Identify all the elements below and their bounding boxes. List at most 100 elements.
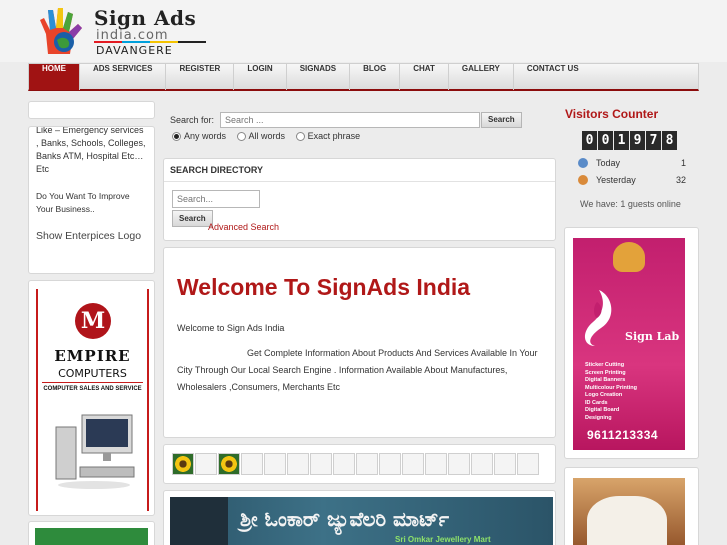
radio-button[interactable] [172, 132, 181, 142]
counter-digit: 0 [598, 131, 613, 150]
search-label: Search for: [170, 115, 215, 125]
radio-button[interactable] [236, 132, 246, 142]
cup-shape [587, 496, 667, 545]
flower-thumb-icon[interactable] [218, 453, 240, 475]
empire-logo-icon: M [75, 303, 111, 339]
gallery-thumb[interactable] [402, 453, 424, 475]
search-form: Search for: Search Any words All words E… [163, 101, 556, 155]
logo-hand-icon [40, 8, 82, 54]
header: Sign Ads india.com DAVANGERE [0, 0, 727, 62]
counter-digit: 8 [662, 131, 677, 150]
search-button[interactable]: Search [481, 112, 522, 128]
nav-register[interactable]: REGISTER [166, 64, 235, 90]
gallery-thumb[interactable] [287, 453, 309, 475]
gallery-thumb[interactable] [425, 453, 447, 475]
radio-label: Exact phrase [307, 131, 361, 141]
sign-lab-phone: 9611213334 [587, 428, 659, 442]
stat-label: Today [596, 157, 621, 168]
search-directory-title: SEARCH DIRECTORY [164, 159, 555, 182]
logo-main-text: Sign Ads [94, 6, 197, 30]
empire-computers-ad[interactable]: M EMPIRE COMPUTERS COMPUTER SALES AND SE… [28, 280, 155, 516]
radio-exact-phrase[interactable]: Exact phrase [295, 131, 361, 142]
improve-business-text: Do You Want To Improve Your Business.. [36, 191, 130, 214]
gallery-thumb[interactable] [356, 453, 378, 475]
radio-any-words[interactable]: Any words [172, 131, 226, 142]
nav-blog[interactable]: BLOG [350, 64, 401, 90]
left-second-ad[interactable] [28, 521, 155, 545]
service-item: Digital Banners [585, 377, 626, 383]
flower-thumb-icon[interactable] [172, 453, 194, 475]
gallery-thumb[interactable] [241, 453, 263, 475]
welcome-intro: Welcome to Sign Ads India [177, 323, 285, 333]
nav-signads[interactable]: SIGNADS [287, 64, 351, 90]
ad-brand-sub: COMPUTERS [58, 367, 127, 380]
computer-icon [55, 414, 135, 489]
gallery-thumb[interactable] [333, 453, 355, 475]
nav-login[interactable]: LOGIN [234, 64, 287, 90]
visitors-counter-panel: Visitors Counter 001978 Today 1 Yesterda… [564, 101, 699, 219]
gallery-thumb[interactable] [494, 453, 516, 475]
nav-gallery[interactable]: GALLERY [449, 64, 514, 90]
directory-search-button[interactable]: Search [172, 210, 213, 227]
search-input[interactable] [220, 112, 480, 128]
service-item: Designing [585, 414, 612, 421]
ad-brand-name: EMPIRE [54, 347, 131, 365]
radio-all-words[interactable]: All words [236, 131, 286, 142]
user-yesterday-icon [578, 174, 588, 185]
advanced-search-link[interactable]: Advanced Search [208, 222, 279, 232]
info-services-text: Like – Emergency services , Banks, Schoo… [36, 126, 146, 174]
ad-tagline: COMPUTER SALES AND SERVICE [43, 386, 142, 392]
show-logo-text[interactable]: Show Enterpices Logo [29, 228, 154, 244]
service-item: ID Cards [585, 399, 608, 406]
sign-lab-logo-icon [584, 290, 612, 346]
nav-ads-services[interactable]: ADS SERVICES [80, 64, 167, 90]
nav-contact-us[interactable]: CONTACT US [514, 64, 592, 90]
nav-chat[interactable]: CHAT [400, 64, 449, 90]
stat-today: Today 1 [578, 154, 686, 171]
counter-digit: 7 [646, 131, 661, 150]
radio-label: All words [248, 131, 286, 141]
gallery-thumb[interactable] [379, 453, 401, 475]
coffee-cup-image [573, 478, 685, 545]
green-ad-strip [35, 528, 148, 545]
left-top-panel [28, 101, 155, 119]
stat-label: Yesterday [596, 174, 636, 185]
logo-wordmark[interactable]: Sign Ads india.com DAVANGERE [92, 6, 214, 58]
jewellery-banner: ಶ್ರೀ ಓಂಕಾರ್ ಜ್ಯುವೆಲರಿ ಮಾರ್ಟ್ Sri Omkar J… [170, 497, 553, 545]
sign-lab-ad[interactable]: Sign Lab Sticker Cutting Screen Printing D… [564, 227, 699, 459]
services-list: Sticker Cutting Screen Printing Digital Ba… [585, 362, 637, 422]
welcome-heading: Welcome To SignAds India [177, 274, 471, 300]
guests-online-text: We have: 1 guests online [580, 199, 681, 209]
right-second-ad[interactable] [564, 467, 699, 545]
ad-frame: M EMPIRE COMPUTERS COMPUTER SALES AND SE… [36, 289, 149, 511]
radio-button[interactable] [295, 132, 305, 142]
gallery-thumb[interactable] [195, 453, 217, 475]
visitor-counter-digits: 001978 [582, 131, 677, 150]
welcome-body: Get Complete Information About Products … [177, 348, 538, 392]
gallery-thumb[interactable] [517, 453, 539, 475]
service-item: Logo Creation [585, 392, 623, 398]
gallery-thumb[interactable] [264, 453, 286, 475]
search-directory-panel: SEARCH DIRECTORY Search Advanced Search [163, 158, 556, 241]
stat-yesterday: Yesterday 32 [578, 171, 686, 188]
welcome-panel: Welcome To SignAds India Welcome to Sign… [163, 247, 556, 438]
banner-title: ಶ್ರೀ ಓಂಕಾರ್ ಜ್ಯುವೆಲರಿ ಮಾರ್ಟ್ [240, 507, 450, 531]
directory-search-input[interactable] [172, 190, 260, 208]
logo-domain-text: india.com [96, 28, 169, 43]
gallery-thumb[interactable] [471, 453, 493, 475]
gallery-thumb[interactable] [310, 453, 332, 475]
stat-value: 32 [675, 174, 686, 185]
counter-digit: 9 [630, 131, 645, 150]
ad-divider [42, 382, 143, 383]
nav-home[interactable]: HOME [29, 64, 80, 90]
visitor-stats: Today 1 Yesterday 32 [578, 154, 686, 188]
jewellery-banner-panel[interactable]: ಶ್ರೀ ಓಂಕಾರ್ ಜ್ಯುವೆಲರಿ ಮಾರ್ಟ್ Sri Omkar J… [163, 490, 556, 545]
main-nav: HOME ADS SERVICES REGISTER LOGIN SIGNADS… [28, 63, 699, 91]
search-options: Any words All words Exact phrase [172, 131, 361, 142]
stat-value: 1 [680, 157, 686, 168]
gallery-thumb-strip [163, 444, 556, 484]
service-item: Sticker Cutting [585, 362, 625, 368]
thumb-row [172, 453, 539, 475]
gallery-thumb[interactable] [448, 453, 470, 475]
service-item: Multicolour Printing [585, 384, 637, 391]
